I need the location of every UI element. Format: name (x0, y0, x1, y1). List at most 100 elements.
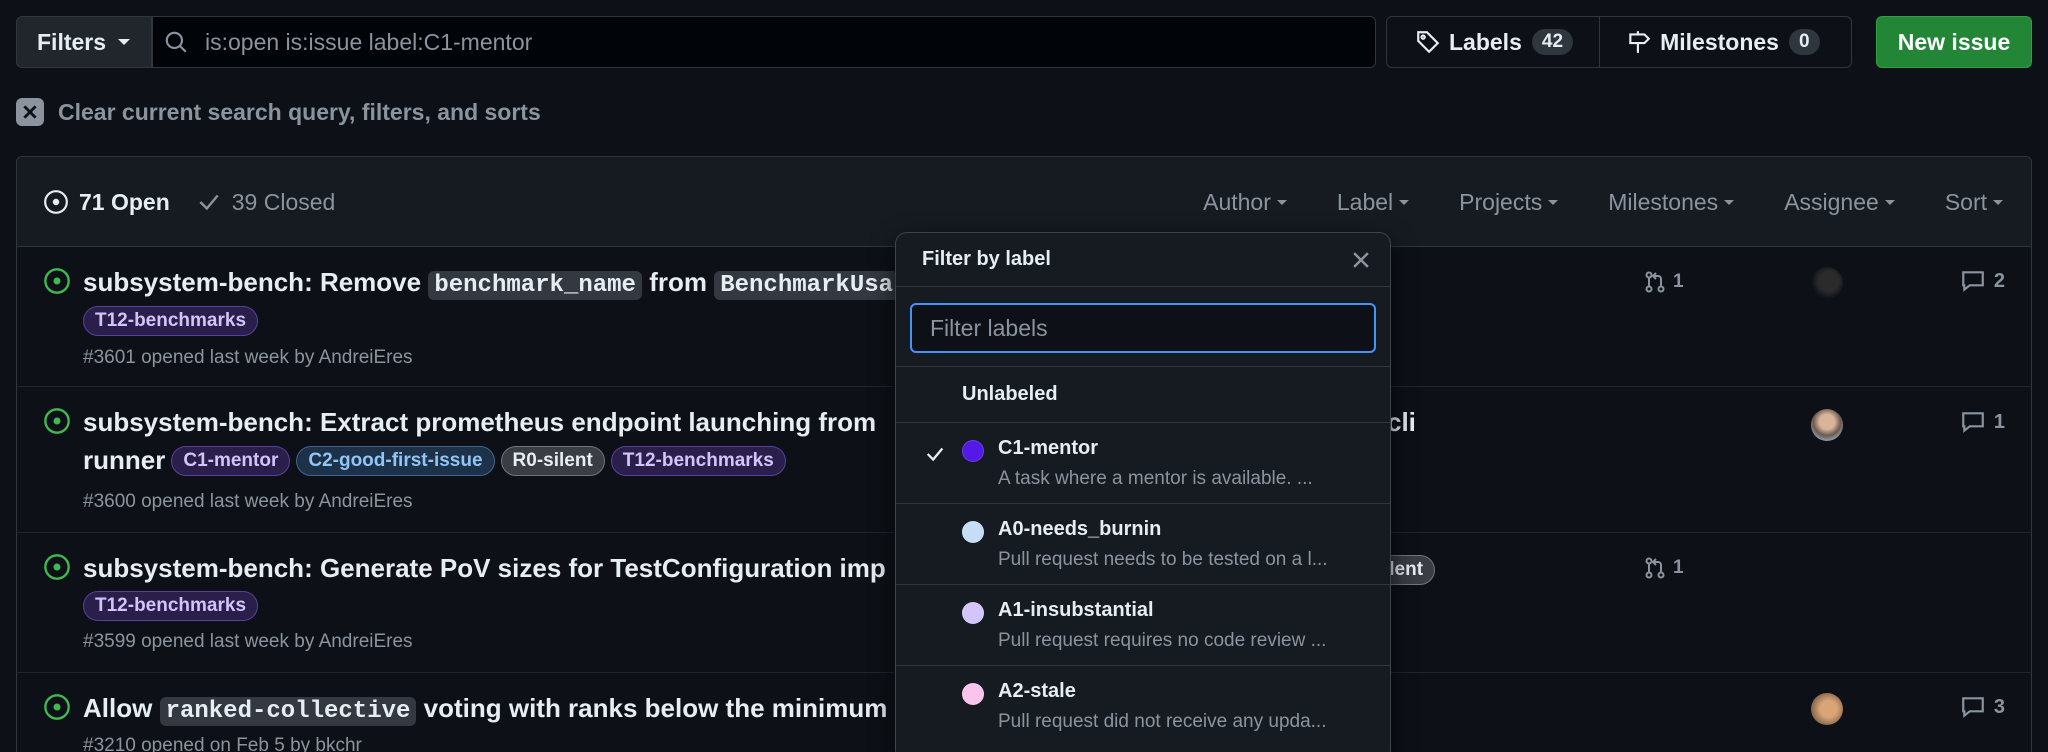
issue-open-icon (44, 190, 68, 214)
label-color-swatch (962, 521, 984, 543)
label-filter[interactable]: Label (1336, 188, 1410, 216)
filters-button-label: Filters (37, 28, 107, 55)
open-issues-tab[interactable]: 71 Open (43, 189, 170, 216)
linked-pr-number: 1 (1673, 271, 1684, 292)
comments-link[interactable]: 2 (1960, 268, 2005, 294)
linked-pr-number: 1 (1673, 557, 1684, 578)
closed-issues-tab[interactable]: 39 Closed (196, 188, 336, 216)
check-icon (926, 447, 944, 462)
search-input[interactable]: is:open is:issue label:C1-mentor (152, 16, 1376, 68)
chevron-down-icon (1724, 199, 1735, 205)
unlabeled-option[interactable]: Unlabeled (896, 367, 1390, 423)
label-option-name: A0-needs_burnin (998, 518, 1162, 540)
label-color-swatch (962, 602, 984, 624)
label-option-a0-needs-burnin[interactable]: A0-needs_burnin Pull request needs to be… (896, 504, 1390, 585)
projects-filter-label: Projects (1459, 188, 1543, 215)
issue-open-icon (44, 408, 70, 434)
issue-label[interactable]: T12-benchmarks (610, 445, 786, 476)
issue-label[interactable]: C2-good-first-issue (296, 445, 495, 476)
new-issue-button[interactable]: New issue (1876, 16, 2032, 68)
filters-button[interactable]: Filters (16, 16, 152, 68)
sort-filter[interactable]: Sort (1945, 189, 2003, 216)
issue-title-link[interactable]: subsystem-bench: Remove benchmark_name f… (83, 267, 900, 300)
label-filter-field-wrap (896, 287, 1390, 367)
search-icon (165, 31, 187, 53)
issue-open-icon (44, 694, 70, 720)
linked-pr-count[interactable]: 1 (1643, 270, 1684, 294)
tag-icon (1417, 31, 1440, 54)
issue-labels: T12-benchmarks (83, 591, 259, 621)
chevron-down-icon (1399, 199, 1410, 205)
issue-title-tail[interactable]: cli (1387, 407, 1416, 438)
label-color-swatch (962, 683, 984, 705)
avatar[interactable] (1811, 693, 1843, 725)
comment-count: 1 (1993, 410, 2005, 433)
issue-title-link[interactable]: subsystem-bench: Generate PoV sizes for … (83, 553, 886, 584)
inline-code: benchmark_name (428, 271, 642, 300)
avatar[interactable] (1811, 267, 1843, 299)
issues-toolbar: Filters is:open is:issue label:C1-mentor… (16, 16, 2032, 68)
avatar[interactable] (1811, 409, 1843, 441)
issue-label[interactable]: R0-silent (500, 445, 605, 476)
label-filter-label: Label (1336, 188, 1394, 215)
check-icon (199, 194, 219, 211)
comments-link[interactable]: 3 (1960, 694, 2005, 720)
labels-button-label: Labels (1449, 28, 1522, 55)
close-icon[interactable] (1350, 249, 1372, 271)
assignee-filter[interactable]: Assignee (1784, 189, 1895, 216)
comment-icon (1962, 271, 1984, 292)
label-option-a1-insubstantial[interactable]: A1-insubstantial Pull request requires n… (896, 585, 1390, 666)
labels-count-badge: 42 (1531, 29, 1574, 55)
projects-filter[interactable]: Projects (1459, 188, 1559, 216)
clear-filters-link[interactable]: Clear current search query, filters, and… (16, 98, 541, 126)
assignee-filter-label: Assignee (1784, 188, 1879, 215)
chevron-down-icon (1548, 199, 1559, 205)
chevron-down-icon (1884, 199, 1895, 205)
clear-filters-text: Clear current search query, filters, and… (58, 98, 541, 125)
issue-title-text: Allow (83, 693, 160, 723)
dropdown-title: Filter by label (922, 248, 1051, 270)
comment-icon (1962, 697, 1984, 718)
label-filter-input[interactable] (910, 303, 1376, 353)
issue-title-text: subsystem-bench: Remove (83, 267, 429, 297)
label-option-description: Pull request did not receive any upda... (998, 711, 1327, 732)
milestones-button[interactable]: Milestones 0 (1600, 17, 1851, 67)
pull-request-icon (1645, 557, 1665, 579)
search-query: is:open is:issue label:C1-mentor (205, 28, 533, 55)
labels-button[interactable]: Labels 42 (1387, 17, 1601, 67)
issue-meta: #3599 opened last week by AndreiEres (83, 631, 413, 652)
closed-issues-count: 39 Closed (231, 188, 336, 215)
label-option-a2-stale[interactable]: A2-stale Pull request did not receive an… (896, 666, 1390, 747)
label-option-c1-mentor[interactable]: C1-mentor A task where a mentor is avail… (896, 423, 1390, 504)
linked-pr-count[interactable]: 1 (1643, 556, 1684, 580)
issue-label[interactable]: T12-benchmarks (83, 306, 259, 336)
issue-labels: T12-benchmarks (83, 306, 259, 336)
issue-label[interactable]: T12-benchmarks (83, 591, 259, 621)
label-filter-dropdown: Filter by label Unlabeled C1-mentor A ta… (895, 232, 1391, 752)
comment-count: 3 (1993, 695, 2005, 718)
milestones-count-badge: 0 (1788, 29, 1820, 55)
issue-title-link[interactable]: Allow ranked-collective voting with rank… (83, 693, 887, 726)
comments-link[interactable]: 1 (1960, 409, 2005, 435)
labels-milestones-group: Labels 42 Milestones 0 (1386, 16, 1852, 68)
issue-title-link[interactable]: subsystem-bench: Extract prometheus endp… (83, 407, 876, 438)
label-option-description: A task where a mentor is available. ... (998, 468, 1313, 489)
author-filter[interactable]: Author (1203, 189, 1287, 216)
author-filter-label: Author (1203, 188, 1271, 215)
milestones-filter[interactable]: Milestones (1608, 189, 1735, 216)
comment-count: 2 (1993, 269, 2005, 292)
milestone-icon (1629, 31, 1651, 53)
issue-title-link-line2[interactable]: runner C1-mentor C2-good-first-issue R0-… (83, 445, 786, 476)
issue-title-text: from (641, 267, 715, 297)
chevron-down-icon (118, 39, 131, 45)
issue-open-icon (44, 268, 70, 294)
comment-icon (1962, 412, 1984, 433)
issue-meta: #3210 opened on Feb 5 by bkchr (83, 735, 362, 752)
dropdown-header: Filter by label (896, 233, 1390, 287)
close-icon (16, 98, 44, 126)
issue-label[interactable]: C1-mentor (171, 445, 291, 476)
chevron-down-icon (1276, 199, 1287, 205)
inline-code: ranked-collective (159, 697, 417, 726)
issue-meta: #3601 opened last week by AndreiEres (83, 347, 413, 368)
label-option-name: A2-stale (998, 680, 1076, 702)
